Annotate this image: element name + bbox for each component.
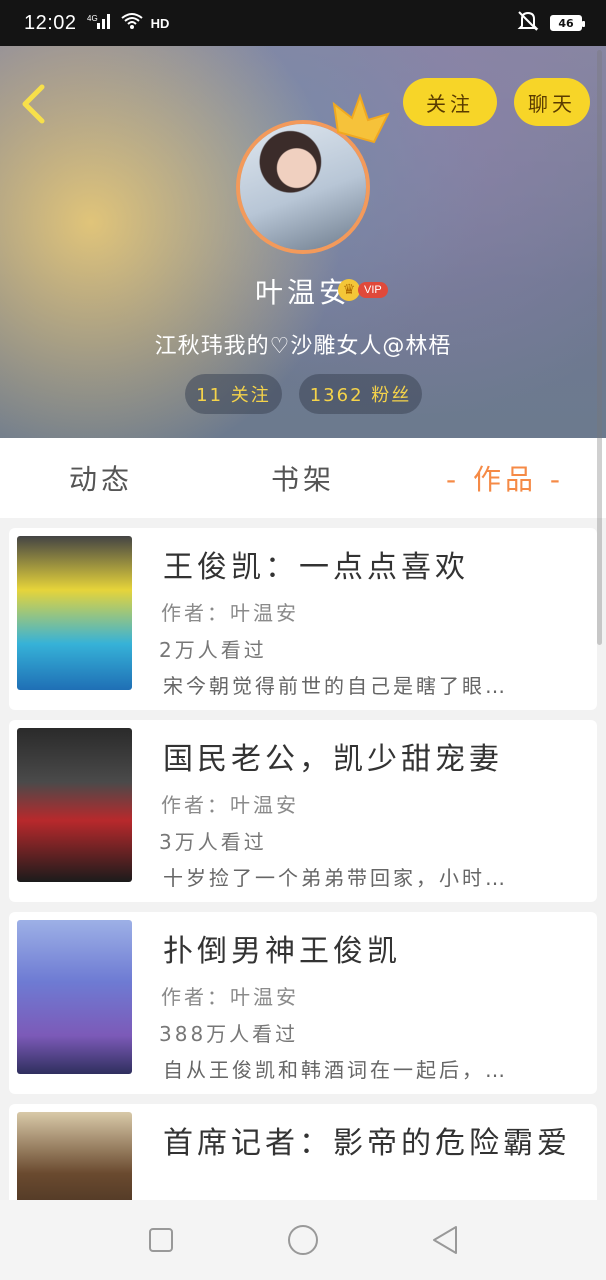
back-button[interactable] bbox=[16, 80, 50, 128]
book-description: 十岁捡了一个弟弟带回家，小时… bbox=[163, 866, 508, 890]
status-bar: 12:02 4G HD 46 bbox=[0, 0, 606, 46]
book-cover bbox=[17, 920, 132, 1074]
battery-level: 46 bbox=[558, 16, 574, 30]
vip-badge: ♛ VIP bbox=[338, 279, 388, 301]
book-author: 作者：叶温安 bbox=[161, 601, 299, 625]
book-description: 自从王俊凯和韩酒词在一起后，… bbox=[163, 1058, 508, 1082]
wifi-icon bbox=[120, 12, 143, 34]
circle-icon bbox=[288, 1225, 318, 1255]
tab-works[interactable]: - 作品 - bbox=[404, 458, 606, 498]
scrollbar[interactable] bbox=[597, 50, 602, 645]
works-list: 王俊凯：一点点喜欢 作者：叶温安 2万人看过 宋今朝觉得前世的自己是瞎了眼… 国… bbox=[9, 528, 597, 1200]
book-title: 首席记者：影帝的危险霸爱 bbox=[163, 1126, 571, 1161]
book-author: 作者：叶温安 bbox=[161, 793, 299, 817]
book-title: 王俊凯：一点点喜欢 bbox=[163, 550, 469, 585]
profile-header: 关注 聊天 叶温安 ♛ VIP 江秋玮我的♡沙雕女人@林梧 11 关注 1362… bbox=[0, 46, 606, 438]
chevron-left-icon bbox=[22, 84, 45, 124]
battery-icon: 46 bbox=[550, 15, 585, 31]
back-nav-button[interactable] bbox=[425, 1220, 465, 1260]
book-views: 3万人看过 bbox=[159, 830, 267, 854]
list-item[interactable]: 首席记者：影帝的危险霸爱 bbox=[9, 1104, 597, 1200]
list-item[interactable]: 扑倒男神王俊凯 作者：叶温安 388万人看过 自从王俊凯和韩酒词在一起后，… bbox=[9, 912, 597, 1094]
hd-label: HD bbox=[150, 15, 170, 31]
book-views: 2万人看过 bbox=[159, 638, 267, 662]
book-description: 宋今朝觉得前世的自己是瞎了眼… bbox=[163, 674, 508, 698]
silent-icon bbox=[516, 10, 540, 36]
book-title: 扑倒男神王俊凯 bbox=[163, 934, 401, 969]
chat-button[interactable]: 聊天 bbox=[514, 78, 590, 126]
profile-tabs: 动态 书架 - 作品 - bbox=[0, 438, 606, 518]
user-bio: 江秋玮我的♡沙雕女人@林梧 bbox=[154, 334, 452, 359]
book-cover bbox=[17, 1112, 132, 1200]
network-label: 4G bbox=[87, 14, 98, 23]
book-title: 国民老公，凯少甜宠妻 bbox=[163, 742, 503, 777]
book-cover bbox=[17, 536, 132, 690]
username: 叶温安 bbox=[254, 276, 351, 309]
book-views: 388万人看过 bbox=[159, 1022, 299, 1046]
book-author: 作者：叶温安 bbox=[161, 985, 299, 1009]
status-time: 12:02 bbox=[24, 11, 77, 34]
following-count[interactable]: 11 关注 bbox=[185, 374, 282, 414]
list-item[interactable]: 国民老公，凯少甜宠妻 作者：叶温安 3万人看过 十岁捡了一个弟弟带回家，小时… bbox=[9, 720, 597, 902]
home-button[interactable] bbox=[283, 1220, 323, 1260]
signal-icon: 4G bbox=[87, 12, 113, 34]
crown-icon bbox=[332, 92, 390, 144]
system-nav-bar bbox=[0, 1200, 606, 1280]
vip-label: VIP bbox=[358, 282, 388, 298]
follow-button[interactable]: 关注 bbox=[403, 78, 497, 126]
tab-bookshelf[interactable]: 书架 bbox=[202, 458, 404, 498]
recents-button[interactable] bbox=[141, 1220, 181, 1260]
tab-activity[interactable]: 动态 bbox=[0, 458, 202, 498]
list-item[interactable]: 王俊凯：一点点喜欢 作者：叶温安 2万人看过 宋今朝觉得前世的自己是瞎了眼… bbox=[9, 528, 597, 710]
fans-count[interactable]: 1362 粉丝 bbox=[299, 374, 422, 414]
book-cover bbox=[17, 728, 132, 882]
square-icon bbox=[149, 1228, 173, 1252]
vip-crown-icon: ♛ bbox=[338, 279, 360, 301]
triangle-back-icon bbox=[433, 1226, 457, 1254]
